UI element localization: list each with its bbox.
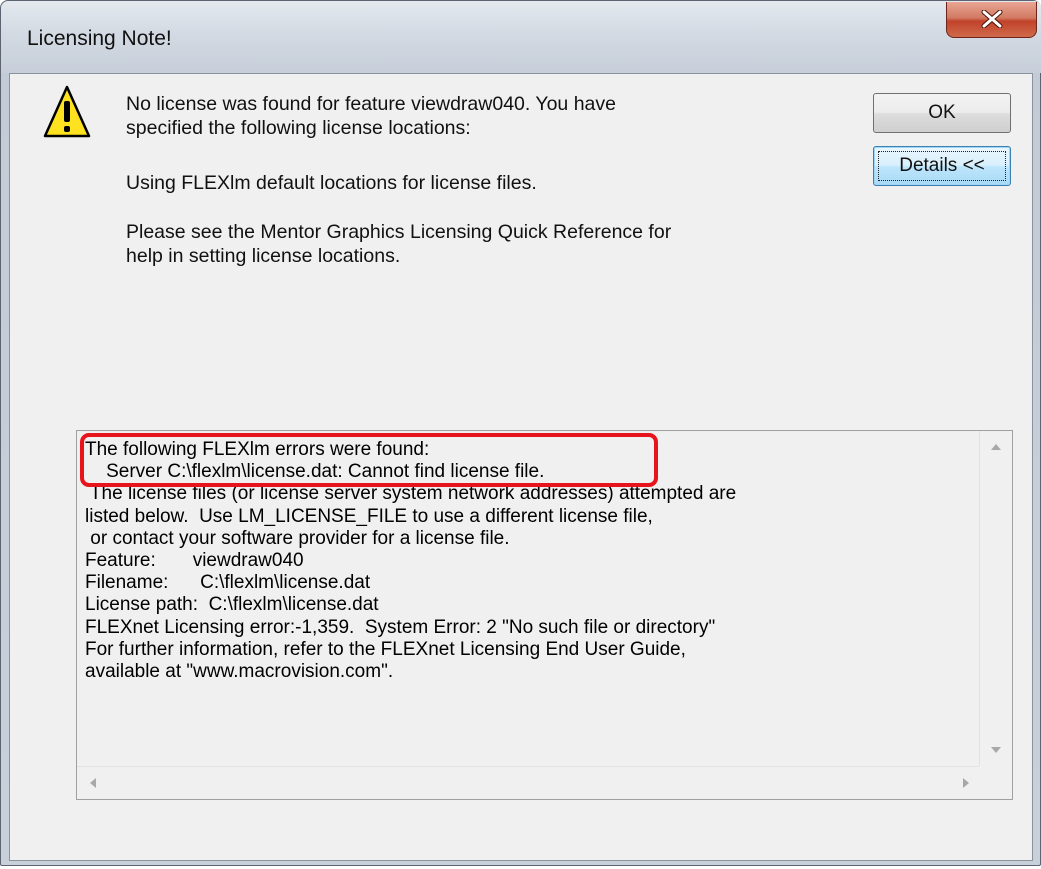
message-line-3: Using FLEXlm default locations for licen… [126, 172, 537, 194]
scroll-left-icon[interactable] [89, 777, 97, 789]
scroll-down-icon[interactable] [990, 746, 1002, 754]
message-line-5: help in setting license locations. [126, 245, 401, 267]
scroll-right-icon[interactable] [962, 777, 970, 789]
close-icon [981, 10, 1003, 28]
horizontal-scrollbar[interactable] [77, 766, 980, 799]
scrollbar-corner [979, 766, 1012, 799]
close-button[interactable] [946, 2, 1037, 38]
dialog-window: Licensing Note! No license was found for… [0, 0, 1041, 866]
vertical-scrollbar[interactable] [979, 431, 1012, 766]
message-line-1: No license was found for feature viewdra… [126, 93, 616, 115]
message-line-2: specified the following license location… [126, 117, 471, 139]
message-line-4: Please see the Mentor Graphics Licensing… [126, 221, 672, 243]
details-text: The following FLEXlm errors were found: … [85, 439, 737, 683]
ok-button-label: OK [928, 102, 956, 123]
warning-icon [43, 85, 91, 138]
dialog-client-area: No license was found for feature viewdra… [9, 73, 1033, 861]
scroll-up-icon[interactable] [990, 443, 1002, 451]
details-button-label: Details << [899, 155, 985, 176]
details-text-box[interactable]: The following FLEXlm errors were found: … [76, 430, 1013, 800]
window-title: Licensing Note! [27, 27, 172, 50]
title-bar[interactable]: Licensing Note! [1, 1, 1041, 73]
details-button[interactable]: Details << [873, 146, 1011, 186]
ok-button[interactable]: OK [873, 93, 1011, 133]
